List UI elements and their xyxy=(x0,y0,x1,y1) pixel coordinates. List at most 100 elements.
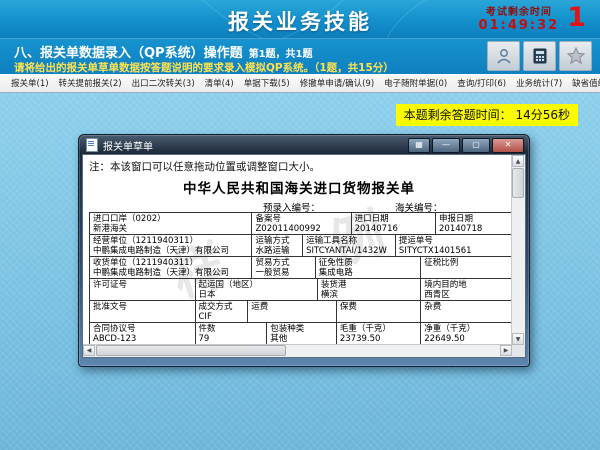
menu-item-default-maintenance[interactable]: 缺省值维护(8) xyxy=(567,77,600,89)
field-label: 保费 xyxy=(340,302,417,312)
scrollbar-corner xyxy=(512,345,525,357)
field-value: Z02011400992 xyxy=(255,224,347,234)
exam-timer-value: 01:49:32 xyxy=(479,18,560,33)
field-operating-unit: 经营单位（1211940311） 中鹏集成电路制造（天津）有限公司 xyxy=(90,235,252,256)
field-value: 其他 xyxy=(270,334,333,344)
field-net-weight: 净重（千克） 22649.50 xyxy=(421,323,512,344)
question-progress: 第1题，共1题 xyxy=(249,49,313,60)
field-label: 提运单号 xyxy=(399,236,509,246)
scroll-right-arrow-icon[interactable]: ▶ xyxy=(500,345,512,356)
field-bill-number: 提运单号 SITYCTX1401561 xyxy=(396,235,512,256)
draft-declaration-window: 报关单草单 ▦ — ▢ ✕ 注：本该窗口可以任意拖动位置或调整窗口大小。 样 例… xyxy=(78,134,530,367)
window-titlebar[interactable]: 报关单草单 ▦ — ▢ ✕ xyxy=(82,136,526,154)
field-value: SITYCTX1401561 xyxy=(399,246,509,256)
field-value: 20140716 xyxy=(355,224,432,234)
maximize-button[interactable]: ▢ xyxy=(462,138,490,153)
field-label: 进口日期 xyxy=(355,214,432,224)
exam-timer-label: 考试剩余时间 xyxy=(479,3,560,18)
field-transport-tool: 运输工具名称 SITCYANTAI/1432W xyxy=(303,235,396,256)
menu-item-business-stats[interactable]: 业务统计(7) xyxy=(511,77,567,89)
menu-bar: 报关单(1) 转关提前报关(2) 出口二次转关(3) 清单(4) 单据下载(5)… xyxy=(0,74,600,93)
menu-item-amend-cancel[interactable]: 修撤单申请/确认(9) xyxy=(295,77,379,89)
field-label: 批准文号 xyxy=(93,302,192,312)
field-label: 包装种类 xyxy=(270,324,333,334)
field-license-number: 许可证号 xyxy=(90,279,196,300)
field-label: 征税比例 xyxy=(424,258,509,268)
field-value: 横滨 xyxy=(321,290,417,300)
calculator-button[interactable] xyxy=(523,41,556,71)
menu-item-doc-download[interactable]: 单据下载(5) xyxy=(239,77,295,89)
field-value: 中鹏集成电路制造（天津）有限公司 xyxy=(93,246,248,256)
field-origin-country: 起运国（地区） 日本 xyxy=(196,279,318,300)
app-screen: 报关业务技能 考试剩余时间 01:49:32 1 八、报关单数据录入（QP系统）… xyxy=(0,0,600,450)
exam-timer: 考试剩余时间 01:49:32 1 xyxy=(479,3,586,33)
vertical-scroll-thumb[interactable] xyxy=(512,168,524,198)
form-title: 中华人民共和国海关进口货物报关单 xyxy=(83,177,515,197)
scroll-left-arrow-icon[interactable]: ◀ xyxy=(83,345,95,356)
user-button[interactable] xyxy=(487,41,520,71)
table-row: 经营单位（1211940311） 中鹏集成电路制造（天津）有限公司 运输方式 水… xyxy=(90,235,512,257)
field-label: 许可证号 xyxy=(93,280,192,290)
field-label: 申报日期 xyxy=(439,214,509,224)
field-value: ABCD-123 xyxy=(93,334,192,344)
close-button[interactable]: ✕ xyxy=(492,138,524,153)
horizontal-scroll-thumb[interactable] xyxy=(96,345,286,356)
field-label: 合同协议号 xyxy=(93,324,192,334)
field-consignee: 收货单位（1211940311） 中鹏集成电路制造（天津）有限公司 xyxy=(90,257,252,278)
question-heading-text: 八、报关单数据录入（QP系统）操作题 xyxy=(14,46,243,61)
field-value: 日本 xyxy=(199,290,314,300)
field-loading-port: 装货港 横滨 xyxy=(318,279,421,300)
menu-item-transit-advance[interactable]: 转关提前报关(2) xyxy=(54,77,127,89)
toolbar-icons xyxy=(487,41,592,71)
minimize-button[interactable]: — xyxy=(432,138,460,153)
scroll-up-arrow-icon[interactable]: ▲ xyxy=(512,155,524,167)
question-time-remaining-label: 本题剩余答题时间： xyxy=(404,108,512,122)
field-freight: 运费 xyxy=(248,301,337,322)
field-value: 79 xyxy=(199,334,264,344)
menu-item-query-print[interactable]: 查询/打印(6) xyxy=(452,77,511,89)
window-title: 报关单草单 xyxy=(103,138,408,153)
field-contract-number: 合同协议号 ABCD-123 xyxy=(90,323,196,344)
field-value: 新港海关 xyxy=(93,224,248,234)
question-heading: 八、报关单数据录入（QP系统）操作题第1题，共1题 xyxy=(14,42,313,61)
field-gross-weight: 毛重（千克） 23739.50 xyxy=(337,323,421,344)
window-note: 注：本该窗口可以任意拖动位置或调整窗口大小。 xyxy=(89,159,320,174)
field-label: 净重（千克） xyxy=(424,324,509,334)
field-misc-fees: 杂费 xyxy=(421,301,512,322)
field-value: 水路运输 xyxy=(255,246,299,256)
field-exemption-nature: 征免性质 集成电路 xyxy=(316,257,422,278)
field-record-number: 备案号 Z02011400992 xyxy=(252,213,351,234)
field-trade-mode: 贸易方式 一般贸易 xyxy=(252,257,315,278)
favorite-button[interactable] xyxy=(559,41,592,71)
window-menu-button[interactable]: ▦ xyxy=(408,138,430,153)
field-package-type: 包装种类 其他 xyxy=(267,323,337,344)
field-transaction-mode: 成交方式 CIF xyxy=(196,301,249,322)
field-value: 西青区 xyxy=(424,290,509,300)
menu-item-e-attached-docs[interactable]: 电子随附单据(0) xyxy=(379,77,452,89)
horizontal-scrollbar[interactable]: ◀ ▶ xyxy=(83,344,512,357)
field-label: 备案号 xyxy=(255,214,347,224)
table-row: 进口口岸（0202） 新港海关 备案号 Z02011400992 进口日期 20… xyxy=(90,213,512,235)
field-package-count: 件数 79 xyxy=(196,323,268,344)
table-row: 合同协议号 ABCD-123 件数 79 包装种类 其他 毛重（千克） xyxy=(90,323,512,345)
question-instruction: 请将给出的报关单草单数据按答题说明的要求录入模拟QP系统。（1题，共15分） xyxy=(14,60,394,75)
field-label: 毛重（千克） xyxy=(340,324,417,334)
declaration-form-table: 进口口岸（0202） 新港海关 备案号 Z02011400992 进口日期 20… xyxy=(89,212,513,349)
vertical-scrollbar[interactable]: ▲ ▼ xyxy=(511,155,525,345)
field-value: 中鹏集成电路制造（天津）有限公司 xyxy=(93,268,248,278)
menu-item-list[interactable]: 清单(4) xyxy=(200,77,239,89)
table-row: 收货单位（1211940311） 中鹏集成电路制造（天津）有限公司 贸易方式 一… xyxy=(90,257,512,279)
scroll-down-arrow-icon[interactable]: ▼ xyxy=(512,333,524,345)
field-declare-date: 申报日期 20140718 xyxy=(436,213,512,234)
menu-item-export-second-transit[interactable]: 出口二次转关(3) xyxy=(127,77,200,89)
field-value: 集成电路 xyxy=(319,268,418,278)
question-time-remaining: 本题剩余答题时间： 14分56秒 xyxy=(396,104,578,126)
menu-item-declaration[interactable]: 报关单(1) xyxy=(6,77,54,89)
field-approval-number: 批准文号 xyxy=(90,301,196,322)
table-row: 批准文号 成交方式 CIF 运费 保费 xyxy=(90,301,512,323)
field-label: 贸易方式 xyxy=(255,258,311,268)
field-label: 件数 xyxy=(199,324,264,334)
field-label: 杂费 xyxy=(424,302,509,312)
user-icon xyxy=(495,47,513,65)
document-icon xyxy=(86,138,98,152)
